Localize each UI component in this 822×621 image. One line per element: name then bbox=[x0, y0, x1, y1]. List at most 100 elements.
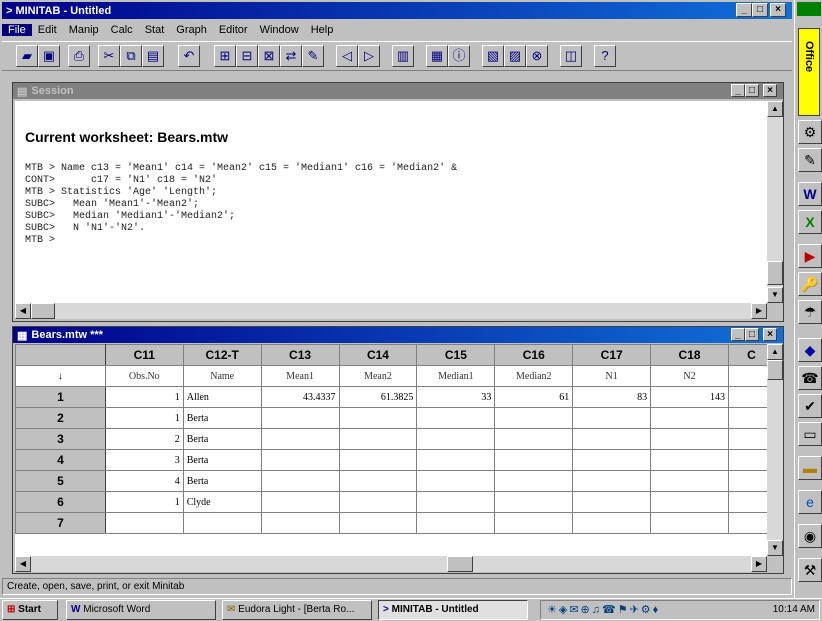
data-cell[interactable]: Berta bbox=[182, 407, 262, 429]
data-window-icon[interactable]: ▦ bbox=[426, 45, 448, 67]
word-icon[interactable]: W bbox=[798, 182, 822, 206]
data-cell[interactable] bbox=[572, 491, 652, 513]
data-cell[interactable]: 1 bbox=[104, 407, 184, 429]
menu-edit[interactable]: Edit bbox=[32, 24, 63, 36]
data-cell[interactable] bbox=[416, 407, 496, 429]
save-icon[interactable]: ▣ bbox=[38, 45, 60, 67]
data-cell[interactable] bbox=[572, 470, 652, 492]
scroll-up-arrow-icon[interactable]: ▲ bbox=[767, 344, 783, 360]
print-icon[interactable]: ⎙ bbox=[68, 45, 90, 67]
next-command-icon[interactable]: ▷ bbox=[358, 45, 380, 67]
row-number[interactable]: 1 bbox=[15, 386, 106, 408]
data-cell[interactable] bbox=[338, 428, 418, 450]
app-titlebar[interactable]: > MINITAB - Untitled _ □ × bbox=[2, 2, 792, 19]
data-cell[interactable]: Berta bbox=[182, 428, 262, 450]
data-cell[interactable] bbox=[727, 470, 767, 492]
data-cell[interactable]: 143 bbox=[650, 386, 729, 408]
history-window-icon[interactable]: ▧ bbox=[482, 45, 504, 67]
tray-icons[interactable]: ☀◈✉⊕♫☎⚑✈⚙♦ bbox=[547, 603, 660, 616]
column-name-cell[interactable]: Mean1 bbox=[260, 365, 340, 387]
start-button[interactable]: ⊞ Start bbox=[2, 600, 58, 620]
previous-command-icon[interactable]: ◁ bbox=[336, 45, 358, 67]
worksheet-vertical-scrollbar[interactable]: ▲ ▼ bbox=[767, 344, 783, 556]
scroll-thumb[interactable] bbox=[767, 360, 783, 380]
taskbar-button-eudora[interactable]: ✉ Eudora Light - [Berta Ro... bbox=[222, 600, 372, 620]
data-cell[interactable]: 2 bbox=[104, 428, 184, 450]
data-cell[interactable] bbox=[494, 407, 574, 429]
scroll-up-arrow-icon[interactable]: ▲ bbox=[767, 101, 783, 117]
folder-icon[interactable]: ▬ bbox=[798, 456, 822, 480]
manage-graphs-icon[interactable]: ◫ bbox=[560, 45, 582, 67]
data-cell[interactable] bbox=[727, 407, 767, 429]
data-cell[interactable] bbox=[260, 491, 340, 513]
cut-icon[interactable]: ✂ bbox=[98, 45, 120, 67]
column-name-cell[interactable]: N1 bbox=[572, 365, 652, 387]
data-cell[interactable] bbox=[494, 491, 574, 513]
column-header[interactable]: C15 bbox=[416, 344, 496, 366]
contacts-icon[interactable]: ☎ bbox=[798, 366, 822, 390]
data-cell[interactable]: Clyde bbox=[182, 491, 262, 513]
access-icon[interactable]: 🔑 bbox=[798, 272, 822, 296]
excel-icon[interactable]: X bbox=[798, 210, 822, 234]
row-number[interactable]: 6 bbox=[15, 491, 106, 513]
edit-last-dialog-icon[interactable]: ✎ bbox=[302, 45, 324, 67]
data-cell[interactable]: 61.3825 bbox=[338, 386, 418, 408]
session-titlebar[interactable]: ▤ Session _ □ × bbox=[13, 83, 783, 99]
office-assistant-icon[interactable]: ⚙ bbox=[798, 120, 822, 144]
data-cell[interactable] bbox=[572, 428, 652, 450]
row-number[interactable]: 7 bbox=[15, 512, 106, 534]
help-icon[interactable]: ? bbox=[594, 45, 616, 67]
menu-stat[interactable]: Stat bbox=[139, 24, 171, 36]
data-cell[interactable] bbox=[494, 449, 574, 471]
data-cell[interactable] bbox=[650, 491, 729, 513]
corner-cell[interactable] bbox=[15, 344, 106, 366]
graph-folder-icon[interactable]: ▨ bbox=[504, 45, 526, 67]
data-cell[interactable] bbox=[338, 470, 418, 492]
column-header[interactable]: C13 bbox=[260, 344, 340, 366]
data-cell[interactable] bbox=[416, 470, 496, 492]
scroll-thumb[interactable] bbox=[31, 303, 55, 319]
new-document-icon[interactable]: ✎ bbox=[798, 148, 822, 172]
scroll-right-arrow-icon[interactable]: ▶ bbox=[751, 303, 767, 319]
data-cell[interactable] bbox=[338, 491, 418, 513]
data-cell[interactable]: Berta bbox=[182, 470, 262, 492]
worksheet-close-button[interactable]: × bbox=[763, 328, 777, 341]
row-number[interactable]: 4 bbox=[15, 449, 106, 471]
scroll-right-arrow-icon[interactable]: ▶ bbox=[751, 556, 767, 572]
menu-calc[interactable]: Calc bbox=[105, 24, 139, 36]
scroll-thumb[interactable] bbox=[767, 261, 783, 285]
session-minimize-button[interactable]: _ bbox=[731, 84, 745, 97]
data-cell[interactable] bbox=[727, 386, 767, 408]
paste-icon[interactable]: ▤ bbox=[142, 45, 164, 67]
office-logo-button[interactable]: Office bbox=[798, 28, 820, 116]
data-cell[interactable]: 1 bbox=[104, 386, 184, 408]
session-horizontal-scrollbar[interactable]: ◀ ▶ bbox=[15, 303, 767, 319]
session-maximize-button[interactable]: □ bbox=[745, 84, 759, 97]
row-number[interactable]: 2 bbox=[15, 407, 106, 429]
data-cell[interactable]: 3 bbox=[104, 449, 184, 471]
undo-icon[interactable]: ↶ bbox=[178, 45, 200, 67]
data-cell[interactable] bbox=[572, 449, 652, 471]
data-cell[interactable] bbox=[338, 512, 418, 534]
binder-icon[interactable]: ◆ bbox=[798, 338, 822, 362]
data-entry-direction-arrow-icon[interactable]: ↓ bbox=[15, 365, 106, 387]
data-cell[interactable] bbox=[416, 428, 496, 450]
data-cell[interactable] bbox=[727, 491, 767, 513]
maximize-button[interactable]: □ bbox=[752, 3, 768, 17]
data-cell[interactable] bbox=[727, 449, 767, 471]
column-header[interactable]: C17 bbox=[572, 344, 652, 366]
data-cell[interactable] bbox=[416, 449, 496, 471]
menu-file[interactable]: File bbox=[2, 24, 32, 36]
taskbar-button-word[interactable]: W Microsoft Word bbox=[66, 600, 216, 620]
worksheet-maximize-button[interactable]: □ bbox=[745, 328, 759, 341]
data-cell[interactable] bbox=[416, 491, 496, 513]
column-name-cell[interactable]: Obs.No bbox=[104, 365, 184, 387]
data-cell[interactable]: Allen bbox=[182, 386, 262, 408]
column-name-cell[interactable]: Mean2 bbox=[338, 365, 418, 387]
close-graphs-icon[interactable]: ⊗ bbox=[526, 45, 548, 67]
column-header[interactable]: C11 bbox=[104, 344, 184, 366]
worksheet-minimize-button[interactable]: _ bbox=[731, 328, 745, 341]
menu-graph[interactable]: Graph bbox=[170, 24, 213, 36]
scroll-thumb[interactable] bbox=[447, 556, 473, 572]
data-cell[interactable] bbox=[650, 512, 729, 534]
